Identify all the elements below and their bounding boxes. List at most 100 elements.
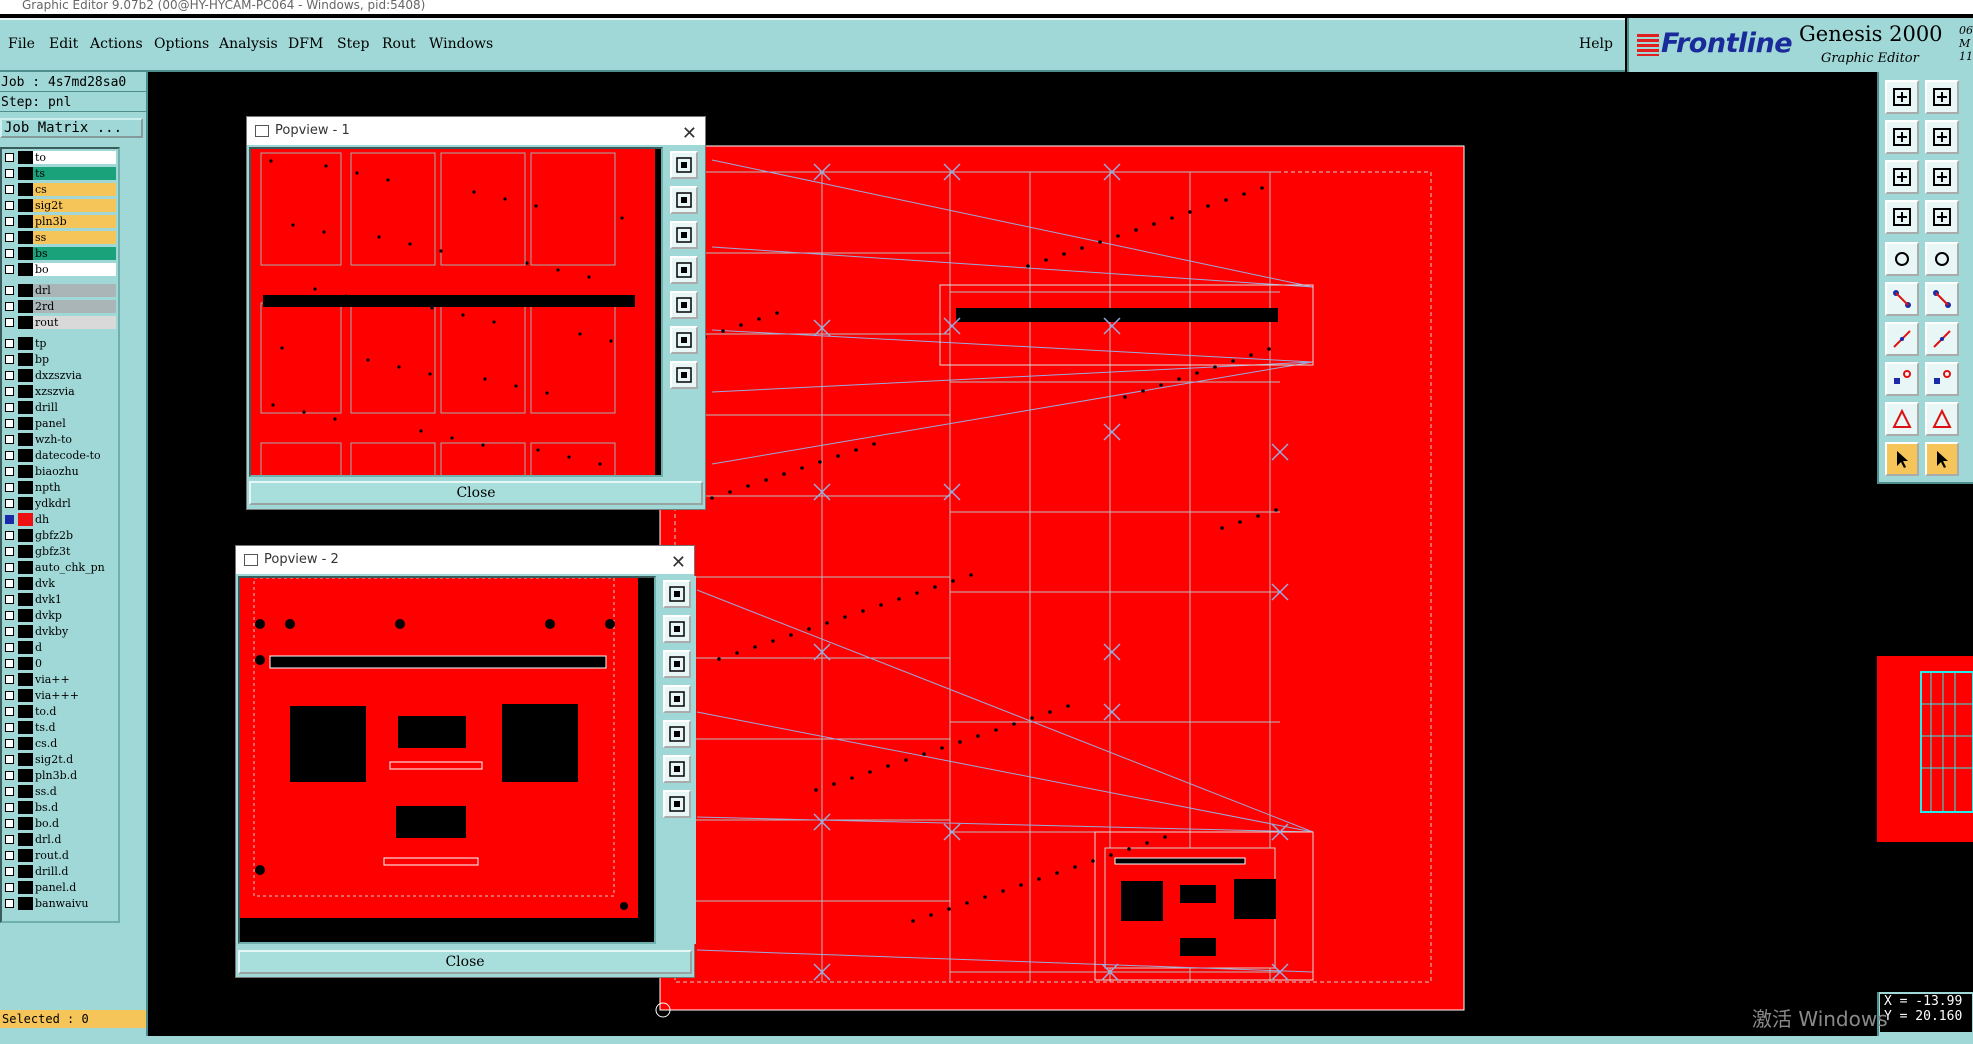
- layer-color-swatch[interactable]: [18, 545, 33, 558]
- layer-color-swatch[interactable]: [18, 263, 33, 276]
- pointer-icon[interactable]: [1885, 442, 1919, 476]
- menu-file[interactable]: File: [8, 36, 35, 52]
- layer-checkbox[interactable]: [5, 579, 14, 588]
- layer-row[interactable]: drill.d: [2, 865, 118, 878]
- layer-checkbox[interactable]: [5, 371, 14, 380]
- layer-color-swatch[interactable]: [18, 801, 33, 814]
- zoom-in-icon[interactable]: [1925, 80, 1959, 114]
- layer-color-swatch[interactable]: [18, 433, 33, 446]
- layer-row[interactable]: ts.d: [2, 721, 118, 734]
- menu-actions[interactable]: Actions: [90, 36, 143, 52]
- layer-row[interactable]: 2rd: [2, 300, 118, 313]
- layer-color-swatch[interactable]: [18, 231, 33, 244]
- layer-row[interactable]: dvk: [2, 577, 118, 590]
- layer-row[interactable]: xzszvia: [2, 385, 118, 398]
- layer-name[interactable]: to.d: [33, 705, 116, 718]
- layer-name[interactable]: rout.d: [33, 849, 116, 862]
- snap-icon[interactable]: [1885, 242, 1919, 276]
- layer-color-swatch[interactable]: [18, 769, 33, 782]
- layer-name[interactable]: pln3b: [33, 215, 116, 228]
- layer-name[interactable]: cs: [33, 183, 116, 196]
- layer-name[interactable]: via++: [33, 673, 116, 686]
- layer-color-swatch[interactable]: [18, 481, 33, 494]
- triangle-icon[interactable]: [1925, 402, 1959, 436]
- layer-color-swatch[interactable]: [18, 401, 33, 414]
- layer-row[interactable]: gbfz3t: [2, 545, 118, 558]
- layer-name[interactable]: drill: [33, 401, 116, 414]
- layer-row[interactable]: 0: [2, 657, 118, 670]
- shape-icon[interactable]: [1885, 402, 1919, 436]
- layer-checkbox[interactable]: [5, 249, 14, 258]
- layer-row[interactable]: bo: [2, 263, 118, 276]
- layer-checkbox[interactable]: [5, 739, 14, 748]
- layer-checkbox[interactable]: [5, 803, 14, 812]
- layer-checkbox[interactable]: [5, 627, 14, 636]
- menu-options[interactable]: Options: [154, 36, 209, 52]
- layer-checkbox[interactable]: [5, 419, 14, 428]
- layer-row[interactable]: datecode-to: [2, 449, 118, 462]
- zoom-fit-icon[interactable]: [663, 755, 691, 783]
- zoom-area-icon[interactable]: [1925, 160, 1959, 194]
- layer-checkbox[interactable]: [5, 819, 14, 828]
- layer-color-swatch[interactable]: [18, 833, 33, 846]
- layer-name[interactable]: bs: [33, 247, 116, 260]
- layer-name[interactable]: panel.d: [33, 881, 116, 894]
- layer-color-swatch[interactable]: [18, 247, 33, 260]
- menu-step[interactable]: Step: [337, 36, 369, 52]
- layer-name[interactable]: ts.d: [33, 721, 116, 734]
- layer-color-swatch[interactable]: [18, 577, 33, 590]
- zoom-in-icon[interactable]: [663, 615, 691, 643]
- layer-name[interactable]: dxzszvia: [33, 369, 116, 382]
- layer-checkbox[interactable]: [5, 286, 14, 295]
- job-matrix-button[interactable]: Job Matrix ...: [0, 118, 143, 138]
- layer-checkbox[interactable]: [5, 883, 14, 892]
- layer-name[interactable]: pln3b.d: [33, 769, 116, 782]
- popview-1-close-button[interactable]: Close: [249, 481, 703, 505]
- zoom-reset-icon[interactable]: [670, 361, 698, 389]
- layer-row[interactable]: via++: [2, 673, 118, 686]
- close-icon[interactable]: ✕: [671, 549, 686, 577]
- layer-color-swatch[interactable]: [18, 183, 33, 196]
- layer-color-swatch[interactable]: [18, 673, 33, 686]
- layer-checkbox[interactable]: [5, 318, 14, 327]
- layer-row[interactable]: drl.d: [2, 833, 118, 846]
- layer-color-swatch[interactable]: [18, 449, 33, 462]
- layer-checkbox[interactable]: [5, 531, 14, 540]
- layer-row[interactable]: wzh-to: [2, 433, 118, 446]
- layer-name[interactable]: drill.d: [33, 865, 116, 878]
- zoom-reset-icon[interactable]: [663, 790, 691, 818]
- layer-name[interactable]: to: [33, 151, 116, 164]
- layer-color-swatch[interactable]: [18, 353, 33, 366]
- layer-row[interactable]: drl: [2, 284, 118, 297]
- layer-name[interactable]: tp: [33, 337, 116, 350]
- layer-row[interactable]: bs.d: [2, 801, 118, 814]
- layer-name[interactable]: xzszvia: [33, 385, 116, 398]
- layer-row[interactable]: rout.d: [2, 849, 118, 862]
- menu-windows[interactable]: Windows: [429, 36, 493, 52]
- zoom-home-icon[interactable]: [670, 151, 698, 179]
- layer-checkbox[interactable]: [5, 563, 14, 572]
- layer-row[interactable]: dh: [2, 513, 118, 526]
- layer-name[interactable]: npth: [33, 481, 116, 494]
- layer-name[interactable]: 0: [33, 657, 116, 670]
- layer-checkbox[interactable]: [5, 771, 14, 780]
- layer-name[interactable]: gbfz2b: [33, 529, 116, 542]
- layer-row[interactable]: panel.d: [2, 881, 118, 894]
- overview-minimap[interactable]: [1877, 482, 1973, 992]
- layer-color-swatch[interactable]: [18, 497, 33, 510]
- layer-checkbox[interactable]: [5, 723, 14, 732]
- pan-right-icon[interactable]: [670, 291, 698, 319]
- layer-color-swatch[interactable]: [18, 284, 33, 297]
- layer-checkbox[interactable]: [5, 659, 14, 668]
- layer-row[interactable]: tp: [2, 337, 118, 350]
- layer-color-swatch[interactable]: [18, 737, 33, 750]
- layer-color-swatch[interactable]: [18, 529, 33, 542]
- layer-checkbox[interactable]: [5, 355, 14, 364]
- line-icon[interactable]: [1885, 322, 1919, 356]
- layer-color-swatch[interactable]: [18, 865, 33, 878]
- layer-color-swatch[interactable]: [18, 300, 33, 313]
- layer-color-swatch[interactable]: [18, 897, 33, 910]
- cross-icon[interactable]: [1925, 282, 1959, 316]
- layer-row[interactable]: ydkdrl: [2, 497, 118, 510]
- layer-checkbox[interactable]: [5, 201, 14, 210]
